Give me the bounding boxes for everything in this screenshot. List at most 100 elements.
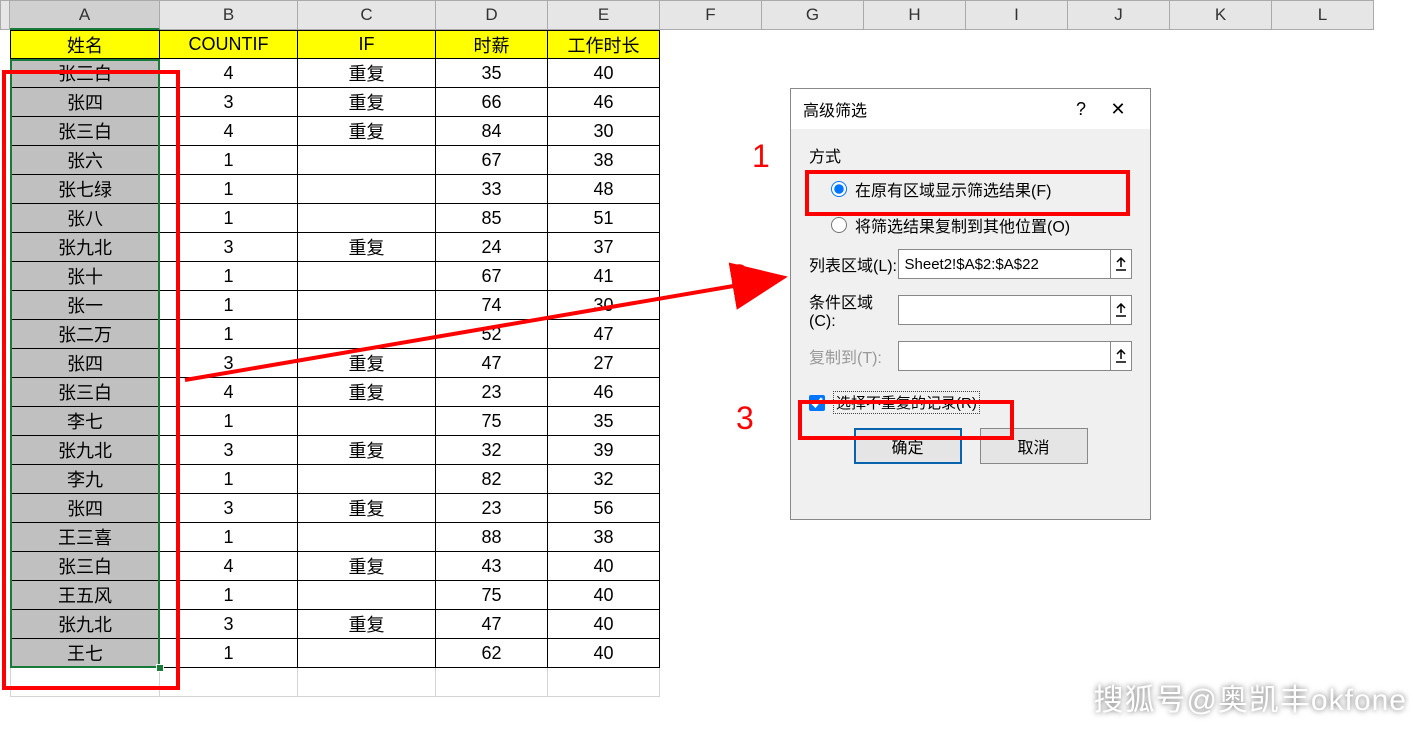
cell[interactable] [298,320,436,349]
cell[interactable]: 重复 [298,494,436,523]
col-header-D[interactable]: D [436,0,548,30]
cell[interactable]: 40 [548,639,660,668]
cell[interactable]: 4 [160,117,298,146]
cell[interactable]: 1 [160,407,298,436]
cell[interactable]: 32 [436,436,548,465]
dialog-titlebar[interactable]: 高级筛选 ? ✕ [791,89,1150,129]
cell[interactable]: 重复 [298,59,436,88]
col-header-L[interactable]: L [1272,0,1374,30]
cell[interactable]: 23 [436,494,548,523]
cell[interactable]: 1 [160,581,298,610]
radio-copy-input[interactable] [831,217,847,233]
cell[interactable]: 35 [436,59,548,88]
cell[interactable]: 4 [160,59,298,88]
select-all-corner[interactable] [0,0,10,30]
cell[interactable]: 27 [548,349,660,378]
cell[interactable]: 75 [436,407,548,436]
radio-copy-to[interactable]: 将筛选结果复制到其他位置(O) [831,213,1132,237]
cell[interactable]: 1 [160,146,298,175]
cell[interactable]: 23 [436,378,548,407]
cell[interactable]: 67 [436,146,548,175]
list-range-ref-button[interactable] [1111,249,1132,279]
cell[interactable]: 1 [160,639,298,668]
cell[interactable]: 王三喜 [10,523,160,552]
cell[interactable]: 43 [436,552,548,581]
cell[interactable]: 3 [160,494,298,523]
unique-records-checkbox-row[interactable]: 选择不重复的记录(R) [809,391,1132,414]
header-cell-D[interactable]: 时薪 [436,30,548,59]
criteria-range-ref-button[interactable] [1111,295,1132,325]
cell[interactable]: 3 [160,233,298,262]
cell[interactable]: 35 [548,407,660,436]
col-header-K[interactable]: K [1170,0,1272,30]
cell[interactable]: 47 [548,320,660,349]
radio-filter-in-place[interactable]: 在原有区域显示筛选结果(F) [831,177,1132,201]
cell[interactable]: 张七绿 [10,175,160,204]
cell[interactable]: 张四 [10,88,160,117]
col-header-C[interactable]: C [298,0,436,30]
cell[interactable]: 4 [160,552,298,581]
cell[interactable]: 39 [548,436,660,465]
selection-fill-handle[interactable] [156,664,164,672]
col-header-A[interactable]: A [10,0,160,30]
cell[interactable] [298,523,436,552]
cell[interactable]: 1 [160,291,298,320]
col-header-I[interactable]: I [966,0,1068,30]
cell[interactable]: 40 [548,552,660,581]
cell[interactable]: 张三白 [10,117,160,146]
cell[interactable] [298,175,436,204]
empty-cell[interactable] [436,668,548,697]
help-icon[interactable]: ? [1064,99,1098,120]
col-header-E[interactable]: E [548,0,660,30]
cell[interactable]: 重复 [298,349,436,378]
cell[interactable]: 3 [160,436,298,465]
cell[interactable]: 84 [436,117,548,146]
header-cell-E[interactable]: 工作时长 [548,30,660,59]
radio-in-place-input[interactable] [831,181,847,197]
cell[interactable]: 重复 [298,436,436,465]
cell[interactable]: 3 [160,349,298,378]
col-header-B[interactable]: B [160,0,298,30]
cell[interactable]: 张三白 [10,552,160,581]
cell[interactable]: 3 [160,88,298,117]
cell[interactable]: 85 [436,204,548,233]
cell[interactable]: 33 [436,175,548,204]
cell[interactable]: 40 [548,581,660,610]
cell[interactable]: 重复 [298,88,436,117]
header-cell-B[interactable]: COUNTIF [160,30,298,59]
cell[interactable] [298,204,436,233]
cell[interactable]: 张九北 [10,233,160,262]
cell[interactable]: 张四 [10,494,160,523]
cell[interactable]: 51 [548,204,660,233]
cell[interactable]: 40 [548,610,660,639]
list-range-input[interactable] [898,249,1111,279]
cell[interactable]: 张六 [10,146,160,175]
col-header-H[interactable]: H [864,0,966,30]
cell[interactable]: 张一 [10,291,160,320]
close-icon[interactable]: ✕ [1098,99,1138,120]
cell[interactable]: 38 [548,523,660,552]
cell[interactable]: 重复 [298,117,436,146]
cell[interactable]: 24 [436,233,548,262]
cell[interactable]: 1 [160,523,298,552]
cell[interactable]: 56 [548,494,660,523]
cell[interactable]: 张九北 [10,436,160,465]
cell[interactable]: 张十 [10,262,160,291]
cell[interactable]: 30 [548,117,660,146]
cell[interactable]: 张四 [10,349,160,378]
cancel-button[interactable]: 取消 [980,428,1088,464]
cell[interactable] [298,146,436,175]
cell[interactable]: 66 [436,88,548,117]
cell[interactable]: 4 [160,378,298,407]
cell[interactable] [298,407,436,436]
cell[interactable]: 30 [548,291,660,320]
cell[interactable]: 32 [548,465,660,494]
cell[interactable]: 75 [436,581,548,610]
cell[interactable]: 52 [436,320,548,349]
cell[interactable]: 46 [548,378,660,407]
cell[interactable]: 重复 [298,610,436,639]
cell[interactable]: 74 [436,291,548,320]
cell[interactable] [298,639,436,668]
empty-cell[interactable] [548,668,660,697]
empty-cell[interactable] [298,668,436,697]
